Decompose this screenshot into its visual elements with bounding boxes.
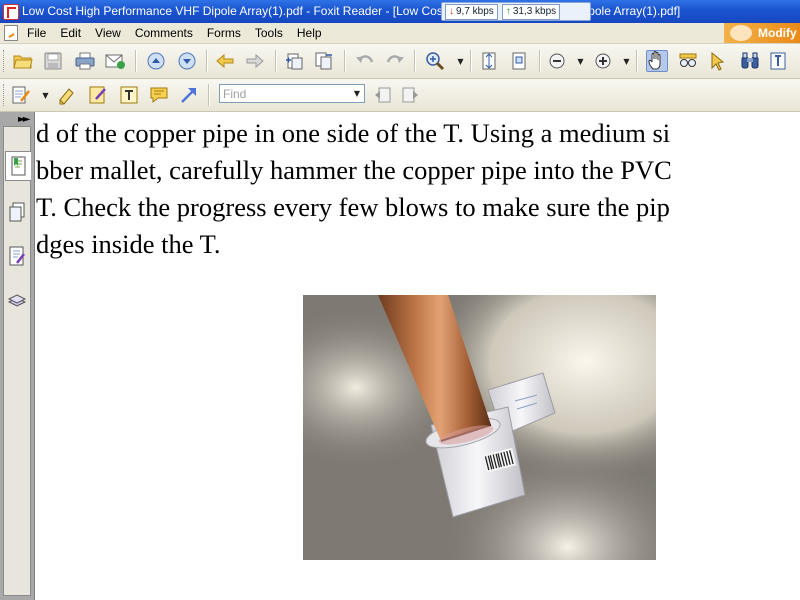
- side-panel-tabs: [3, 126, 31, 596]
- text-box-tool-icon[interactable]: [118, 84, 140, 106]
- find-dropdown-arrow[interactable]: ▼: [350, 85, 364, 102]
- toolbar-separator: [208, 84, 210, 106]
- toolbar-separator: [135, 50, 137, 72]
- menu-edit[interactable]: Edit: [53, 23, 88, 43]
- highlight-tool-icon[interactable]: [56, 84, 78, 106]
- network-speed-monitor: ↓ 9,7 kbps ↑ 31,3 kbps: [441, 2, 591, 21]
- text-viewer-icon[interactable]: [768, 50, 790, 72]
- find-next-icon[interactable]: [399, 84, 421, 106]
- comment-toolbar: ▼ ▼: [0, 79, 800, 112]
- fit-width-icon[interactable]: [508, 50, 530, 72]
- collapse-panel-chevron-icon[interactable]: ►►: [18, 114, 31, 125]
- upload-speed-value: 31,3 kbps: [512, 6, 557, 17]
- open-folder-icon[interactable]: [12, 50, 34, 72]
- document-view[interactable]: d of the copper pipe in one side of the …: [36, 112, 800, 600]
- document-text: d of the copper pipe in one side of the …: [36, 115, 800, 263]
- upload-arrow-icon: ↑: [505, 6, 511, 17]
- fit-page-icon[interactable]: [478, 50, 500, 72]
- toolbar-separator: [539, 50, 541, 72]
- select-arrow-icon[interactable]: [707, 50, 729, 72]
- binoculars-search-icon[interactable]: [739, 50, 761, 72]
- menu-bar: File Edit View Comments Forms Tools Help…: [0, 23, 800, 44]
- copper-pipe-in-pvc-tee-photo: [303, 295, 656, 560]
- zoom-dropdown-arrow[interactable]: ▼: [457, 50, 464, 72]
- layers-panel-icon[interactable]: [5, 285, 29, 315]
- find-box: ▼: [219, 84, 365, 103]
- toolbar-grip[interactable]: [3, 84, 7, 106]
- menu-help[interactable]: Help: [290, 23, 329, 43]
- download-speed-value: 9,7 kbps: [456, 6, 494, 17]
- typewriter-dropdown-arrow[interactable]: ▼: [42, 84, 49, 106]
- redo-icon[interactable]: [384, 50, 406, 72]
- insert-page-icon[interactable]: [283, 50, 305, 72]
- toolbar-grip[interactable]: [3, 50, 7, 72]
- find-input[interactable]: [220, 85, 354, 102]
- back-arrow-icon[interactable]: [214, 50, 236, 72]
- toolbar-separator: [206, 50, 208, 72]
- print-icon[interactable]: [74, 50, 96, 72]
- document-line: T. Check the progress every few blows to…: [36, 192, 670, 222]
- document-line: dges inside the T.: [36, 229, 221, 259]
- toolbar-separator: [470, 50, 472, 72]
- menu-tools[interactable]: Tools: [248, 23, 290, 43]
- zoom-in-dropdown-arrow[interactable]: ▼: [623, 50, 630, 72]
- find-previous-icon[interactable]: [372, 84, 394, 106]
- menu-comments[interactable]: Comments: [128, 23, 200, 43]
- previous-page-icon[interactable]: [145, 50, 167, 72]
- pages-panel-icon[interactable]: [5, 197, 29, 227]
- typewriter-note-icon[interactable]: [10, 84, 32, 106]
- zoom-in-magnifier-icon[interactable]: [424, 50, 446, 72]
- save-icon[interactable]: [42, 50, 64, 72]
- document-line: bber mallet, carefully hammer the copper…: [36, 155, 672, 185]
- bookmarks-panel-icon[interactable]: [5, 151, 31, 181]
- menu-forms[interactable]: Forms: [200, 23, 248, 43]
- forward-arrow-icon[interactable]: [244, 50, 266, 72]
- download-arrow-icon: ↓: [449, 6, 454, 17]
- document-line: d of the copper pipe in one side of the …: [36, 118, 671, 148]
- toolbar-separator: [636, 50, 638, 72]
- text-select-glasses-icon[interactable]: [677, 50, 699, 72]
- toolbar-separator: [344, 50, 346, 72]
- upload-speed-badge: ↑ 31,3 kbps: [501, 3, 561, 20]
- document-menu-icon[interactable]: [4, 25, 18, 41]
- comment-bubble-icon[interactable]: [148, 84, 170, 106]
- menu-view[interactable]: View: [88, 23, 128, 43]
- main-toolbar: ▼ ▼ ▼: [0, 44, 800, 79]
- extract-page-icon[interactable]: [313, 50, 335, 72]
- next-page-icon[interactable]: [176, 50, 198, 72]
- modify-ad-badge[interactable]: Modify: [724, 23, 800, 43]
- zoom-in-icon[interactable]: [592, 50, 614, 72]
- zoom-out-icon[interactable]: [546, 50, 568, 72]
- navigation-side-panel: ►►: [0, 112, 35, 600]
- toolbar-separator: [414, 50, 416, 72]
- hand-tool-icon[interactable]: [646, 50, 668, 72]
- download-speed-badge: ↓ 9,7 kbps: [445, 3, 498, 20]
- foxit-app-icon[interactable]: [3, 4, 19, 20]
- email-icon[interactable]: [104, 50, 126, 72]
- menu-file[interactable]: File: [20, 23, 53, 43]
- title-bar: Low Cost High Performance VHF Dipole Arr…: [0, 0, 800, 23]
- toolbar-separator: [275, 50, 277, 72]
- undo-icon[interactable]: [354, 50, 376, 72]
- zoom-out-dropdown-arrow[interactable]: ▼: [577, 50, 584, 72]
- comments-panel-icon[interactable]: [5, 241, 29, 271]
- menu-items: File Edit View Comments Forms Tools Help: [20, 23, 329, 43]
- arrow-tool-icon[interactable]: [178, 84, 200, 106]
- note-edit-icon[interactable]: [87, 84, 109, 106]
